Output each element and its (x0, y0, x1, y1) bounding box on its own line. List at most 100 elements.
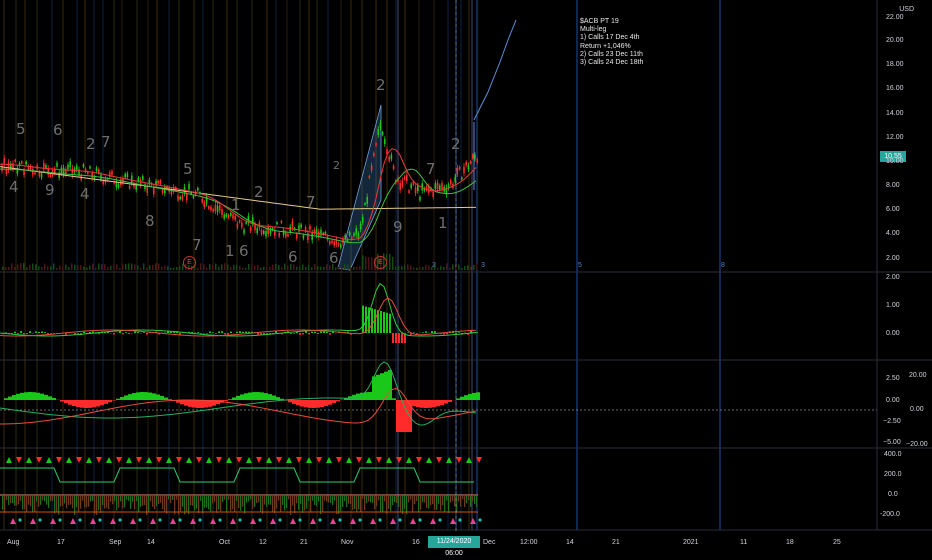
volume-bar (215, 264, 217, 270)
osc-histogram-bar (416, 400, 420, 407)
signal-dot (218, 518, 221, 521)
volume-bar (473, 265, 475, 270)
candle-body (325, 232, 327, 235)
osc-histogram-bar (88, 400, 92, 408)
candle-body (450, 180, 452, 184)
cci-bar (260, 495, 261, 512)
volume-bar (245, 268, 247, 270)
signal-dot (358, 518, 361, 521)
volume-bar (149, 265, 151, 270)
cci-bar (76, 495, 77, 507)
macd-histogram-bar (395, 333, 397, 343)
cci-bar (94, 495, 95, 514)
signal-arrow (90, 518, 96, 524)
cci-bar (420, 495, 421, 510)
candle-body (32, 169, 34, 175)
osc-histogram-bar (332, 400, 336, 403)
trade-plan-note[interactable]: $ACB PT 19 Multi-leg 1) Calls 17 Dec 4th… (580, 18, 643, 67)
signal-dot (198, 518, 201, 521)
osc-histogram-bar (72, 400, 76, 406)
cci-bar (48, 495, 49, 508)
time-axis-label: Dec (483, 539, 495, 546)
osc-histogram-bar (276, 397, 280, 400)
macd-histogram-bar (5, 332, 7, 333)
sell-arrow (56, 457, 62, 463)
candle-body (124, 174, 126, 178)
candle-body (50, 174, 52, 177)
buy-arrow (186, 457, 192, 463)
cci-bar (344, 495, 345, 501)
volume-bar (8, 267, 10, 270)
candle-body (441, 183, 443, 189)
candle-body (234, 216, 236, 220)
macd-histogram-bar (20, 331, 22, 333)
wave-count-label: 9 (393, 218, 403, 236)
cci-bar (312, 495, 313, 501)
buy-arrow (126, 457, 132, 463)
currency-label[interactable]: USD (899, 6, 914, 13)
osc-histogram-bar (320, 400, 324, 407)
volume-bar (179, 266, 181, 270)
candle-body (329, 241, 331, 244)
cci-bar (448, 495, 449, 513)
volume-bar (236, 265, 238, 270)
osc-histogram-bar (380, 373, 384, 400)
cci-bar (380, 495, 381, 512)
osc-histogram-bar (392, 398, 396, 400)
cci-bar (214, 495, 215, 502)
candle-body (263, 231, 265, 234)
volume-bar (305, 267, 307, 270)
volume-bar (128, 263, 130, 270)
macd-histogram-bar (125, 332, 127, 333)
candle-body (89, 166, 91, 168)
cci-bar (374, 495, 375, 509)
cci-bar (398, 495, 399, 507)
macd-pane[interactable] (0, 284, 478, 343)
wave-count-label: 1 (231, 196, 241, 214)
candle-body (193, 196, 195, 198)
volume-bar (56, 268, 58, 270)
volume-bar (116, 264, 118, 270)
earnings-marker[interactable]: E (374, 256, 387, 269)
oscillator-pane[interactable] (0, 362, 877, 432)
volume-bar (95, 268, 97, 270)
cci-bar (328, 495, 329, 503)
earnings-marker[interactable]: E (183, 256, 196, 269)
cci-bar (414, 495, 415, 504)
osc-histogram-bar (224, 400, 228, 401)
price-axis-label: 18.00 (886, 61, 904, 68)
wave-count-label: 5 (16, 120, 26, 138)
candle-body (292, 221, 294, 227)
cci-bar (26, 495, 27, 512)
volume-bar (461, 268, 463, 270)
volume-bar (398, 266, 400, 270)
price-axis-label: 14.00 (886, 110, 904, 117)
macd-histogram-bar (431, 331, 433, 333)
macd-histogram-bar (398, 333, 400, 343)
candle-body (470, 161, 472, 163)
cci-bar (376, 495, 377, 506)
cci-bar (244, 495, 245, 514)
cci-bar (454, 495, 455, 506)
cci-bar (116, 495, 117, 510)
osc-histogram-bar (460, 397, 464, 400)
cci-bar (392, 495, 393, 505)
cci-bar (410, 495, 411, 500)
volume-bar (50, 266, 52, 270)
macd-histogram-bar (218, 331, 220, 333)
cci-bar (8, 495, 9, 505)
trading-chart[interactable] (0, 0, 932, 550)
candle-body (250, 227, 252, 231)
cci-bar (264, 495, 265, 504)
volume-bar (410, 265, 412, 270)
candle-body (402, 181, 404, 186)
wave-count-label: 2 (333, 159, 340, 172)
cci-pane[interactable] (0, 457, 482, 524)
cci-bar (342, 495, 343, 507)
cci-bar (438, 495, 439, 504)
cci-bar (150, 495, 151, 501)
wave-count-label: 2 (451, 135, 461, 153)
candle-body (177, 196, 179, 200)
macd-histogram-bar (392, 333, 394, 343)
candle-body (391, 155, 393, 160)
